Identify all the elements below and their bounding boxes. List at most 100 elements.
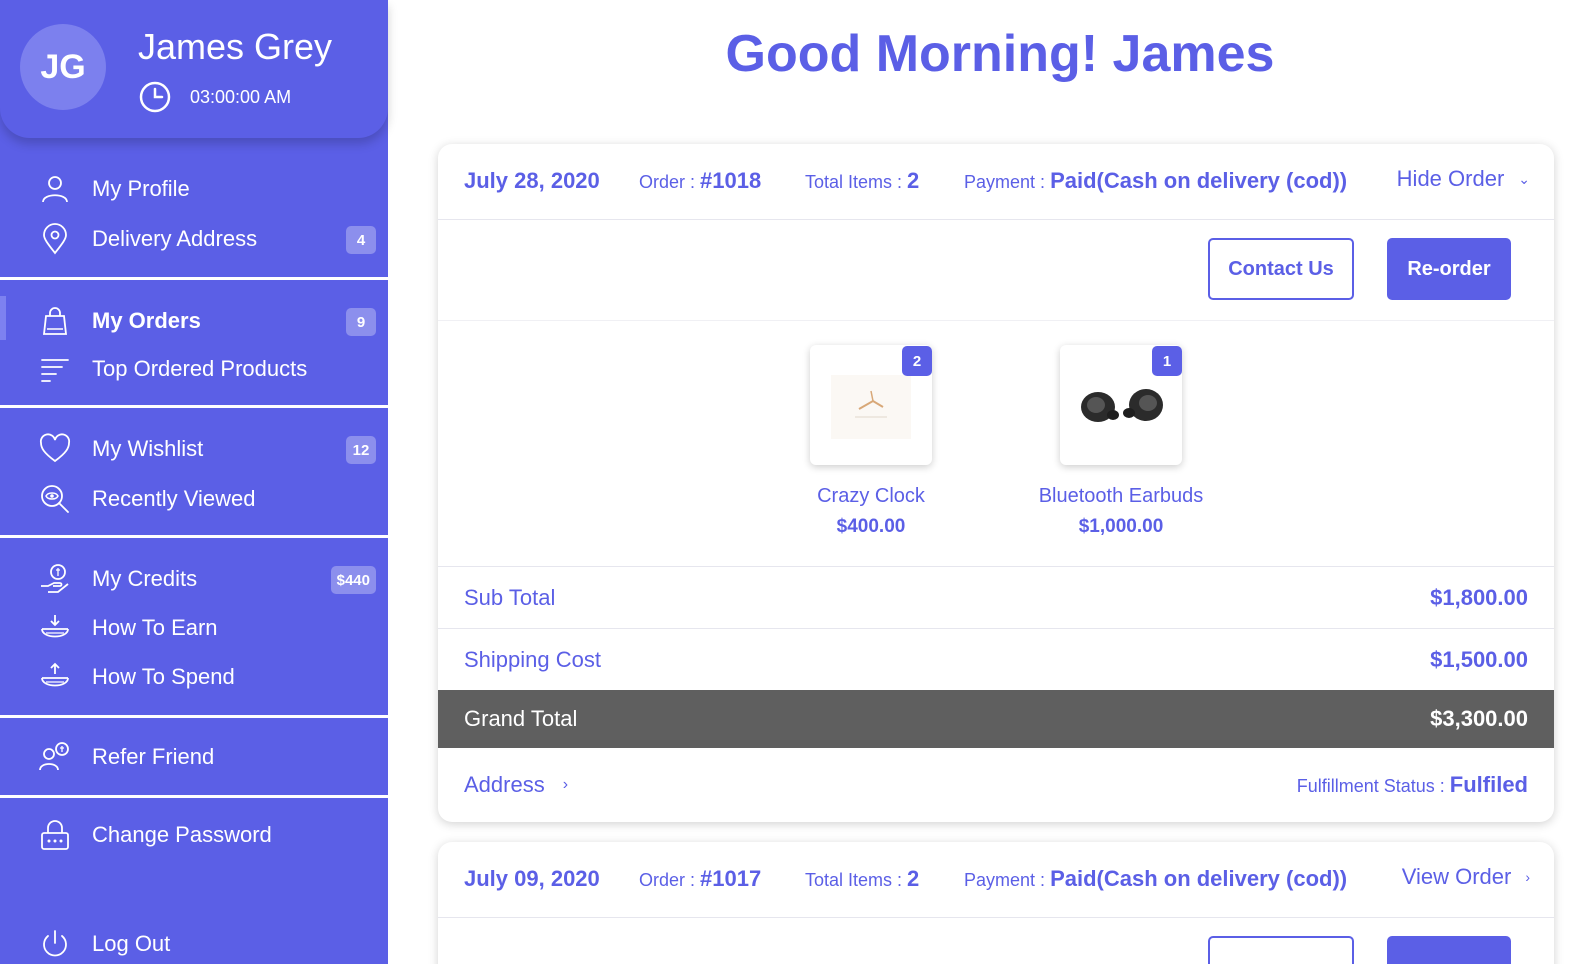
sidebar-item-how-to-spend[interactable]: How To Spend <box>0 656 388 696</box>
sidebar-item-change-password[interactable]: Change Password <box>0 814 388 854</box>
total-items-label: Total Items : <box>805 172 903 192</box>
sidebar-item-label: Refer Friend <box>92 744 215 769</box>
profile-card: JG James Grey 03:00:00 AM <box>0 0 388 138</box>
sidebar-item-label: Recently Viewed <box>92 486 256 511</box>
sidebar-item-label: Delivery Address <box>92 226 258 251</box>
shopping-bag-icon <box>38 304 72 338</box>
fulfillment-label: Fulfillment Status : <box>1296 776 1445 796</box>
product-name[interactable]: Crazy Clock <box>771 485 971 508</box>
total-items: Total Items : 2 <box>805 866 919 892</box>
sidebar: JG James Grey 03:00:00 AM My Profile Del… <box>0 0 388 964</box>
chevron-right-icon: › <box>1525 869 1530 885</box>
spend-icon <box>38 660 72 694</box>
order-date: July 28, 2020 <box>464 168 600 193</box>
product-price: $1,000.00 <box>1078 516 1164 537</box>
sidebar-item-my-orders[interactable]: My Orders 9 <box>0 300 388 340</box>
order-header: July 09, 2020 Order : #1017 Total Items … <box>438 842 1554 918</box>
sidebar-item-label: How To Spend <box>92 664 235 689</box>
nav-group-credits: My Credits $440 How To Earn How To Spend <box>0 538 388 718</box>
sidebar-item-my-profile[interactable]: My Profile <box>0 168 388 208</box>
subtotal-label: Sub Total <box>464 585 556 610</box>
shipping-value: $1,500.00 <box>1430 647 1528 672</box>
order-card: July 09, 2020 Order : #1017 Total Items … <box>438 842 1554 964</box>
order-products: 2 Crazy Clock $400.00 1 Bluetooth Earbud… <box>438 320 1554 566</box>
product-name[interactable]: Bluetooth Earbuds <box>1021 485 1221 508</box>
product-thumbnail[interactable]: 1 <box>1060 345 1182 465</box>
page-title: Good Morning! James <box>725 25 1275 83</box>
sidebar-item-label: My Wishlist <box>92 436 204 461</box>
payment-value: Paid(Cash on delivery (cod)) <box>1050 168 1348 193</box>
search-eye-icon <box>38 482 72 516</box>
address-link[interactable]: Address › <box>464 772 568 798</box>
subtotal-row: Sub Total $1,800.00 <box>438 566 1554 628</box>
chevron-down-icon: ⌄ <box>1518 170 1530 187</box>
sidebar-item-label: Top Ordered Products <box>92 356 308 381</box>
product-thumbnail[interactable]: 2 <box>810 345 932 465</box>
order-number-label: Order : <box>639 870 696 890</box>
product-item[interactable]: 1 Bluetooth Earbuds $1,000.00 <box>1021 345 1221 538</box>
sidebar-item-log-out[interactable]: Log Out <box>0 923 388 963</box>
order-number-label: Order : <box>639 172 696 192</box>
sidebar-item-label: Log Out <box>92 931 171 956</box>
sidebar-item-label: Change Password <box>92 822 272 847</box>
hide-order-toggle[interactable]: Hide Order ⌄ <box>1397 166 1530 192</box>
nav-group-orders: My Orders 9 Top Ordered Products <box>0 280 388 408</box>
order-number-value: #1018 <box>700 168 762 193</box>
quantity-badge: 2 <box>902 346 932 376</box>
sidebar-item-label: My Credits <box>92 566 198 591</box>
count-badge: 12 <box>346 436 376 464</box>
earn-icon <box>38 611 72 645</box>
product-price: $400.00 <box>836 516 906 537</box>
sidebar-item-my-credits[interactable]: My Credits $440 <box>0 558 388 598</box>
payment: Payment : Paid(Cash on delivery (cod)) <box>964 866 1347 892</box>
total-items-value: 2 <box>907 866 920 891</box>
order-date: July 09, 2020 <box>464 866 600 891</box>
sidebar-item-label: My Profile <box>92 176 190 201</box>
sidebar-item-refer-friend[interactable]: Refer Friend <box>0 736 388 776</box>
contact-us-button[interactable]: Contact Us <box>1208 238 1354 300</box>
order-number-value: #1017 <box>700 866 762 891</box>
view-order-label: View Order <box>1401 864 1512 889</box>
shipping-row: Shipping Cost $1,500.00 <box>438 628 1554 690</box>
view-order-toggle[interactable]: View Order › <box>1402 864 1530 890</box>
location-pin-icon <box>38 222 72 256</box>
re-order-button[interactable]: Re-order <box>1387 238 1511 300</box>
quantity-badge: 1 <box>1152 346 1182 376</box>
time-text: 03:00:00 AM <box>190 86 292 107</box>
user-time: 03:00:00 AM <box>138 80 291 114</box>
total-items-label: Total Items : <box>805 870 903 890</box>
contact-us-button[interactable] <box>1208 936 1354 964</box>
fulfillment-status: Fulfillment Status : Fulfiled <box>1297 772 1528 798</box>
sidebar-item-how-to-earn[interactable]: How To Earn <box>0 607 388 647</box>
avatar[interactable]: JG <box>20 24 106 110</box>
chevron-right-icon: › <box>562 776 569 793</box>
sidebar-item-delivery-address[interactable]: Delivery Address 4 <box>0 218 388 258</box>
order-actions: Contact Us Re-order <box>438 220 1554 320</box>
hand-coin-icon <box>38 562 72 596</box>
order-number: Order : #1017 <box>639 866 761 892</box>
list-icon <box>38 352 72 386</box>
refer-icon <box>38 740 72 774</box>
address-label: Address <box>464 772 545 797</box>
re-order-button[interactable] <box>1387 936 1511 964</box>
subtotal-value: $1,800.00 <box>1430 585 1528 610</box>
sidebar-item-recently-viewed[interactable]: Recently Viewed <box>0 478 388 518</box>
count-badge: 4 <box>346 226 376 254</box>
grand-total-row: Grand Total $3,300.00 <box>438 690 1554 748</box>
clock-icon <box>139 81 171 113</box>
product-item[interactable]: 2 Crazy Clock $400.00 <box>771 345 971 538</box>
lock-icon <box>38 818 72 852</box>
payment-label: Payment : <box>964 870 1046 890</box>
sidebar-item-top-ordered-products[interactable]: Top Ordered Products <box>0 348 388 388</box>
nav-group-security: Change Password Log Out <box>0 798 388 964</box>
user-icon <box>38 172 72 206</box>
nav-group-refer: Refer Friend <box>0 718 388 798</box>
order-number: Order : #1018 <box>639 168 761 194</box>
payment-label: Payment : <box>964 172 1046 192</box>
sidebar-item-my-wishlist[interactable]: My Wishlist 12 <box>0 428 388 468</box>
credits-badge: $440 <box>330 566 376 594</box>
fulfillment-value: Fulfiled <box>1449 772 1528 797</box>
grand-total-label: Grand Total <box>464 706 578 731</box>
address-row: Address › Fulfillment Status : Fulfiled <box>438 748 1554 822</box>
order-card: July 28, 2020 Order : #1018 Total Items … <box>438 144 1554 822</box>
